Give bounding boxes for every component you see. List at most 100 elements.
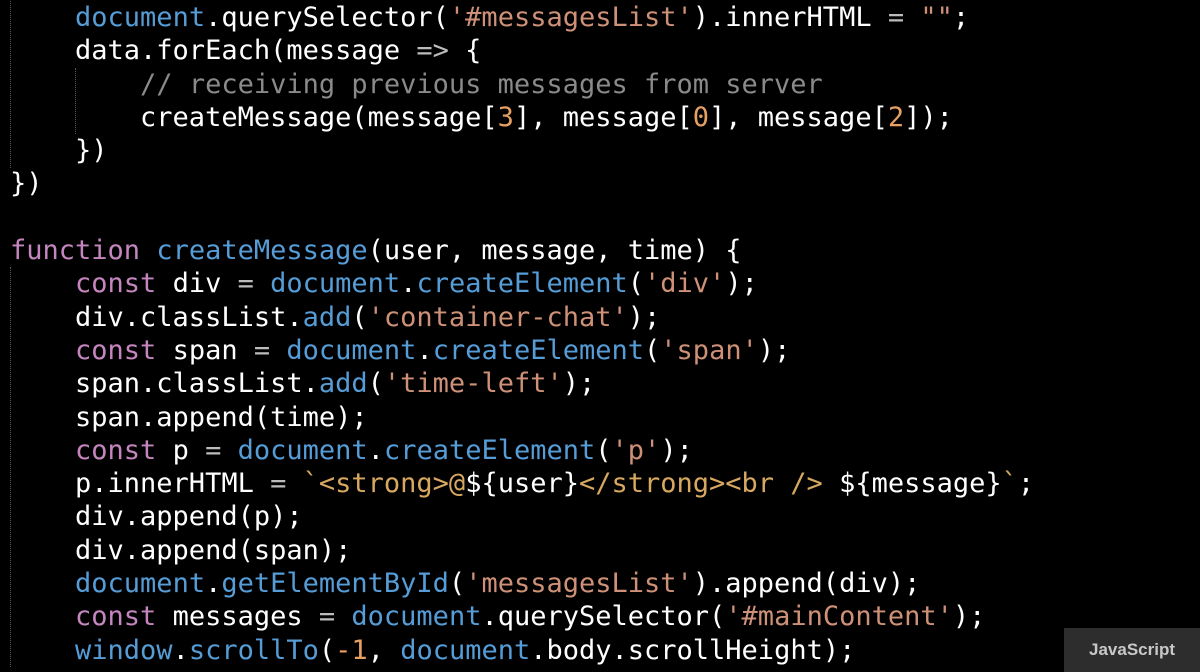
code-token: ).innerHTML (692, 2, 888, 33)
code-line[interactable] (10, 201, 1200, 234)
code-token-keyword: const (75, 268, 157, 300)
code-token-builtin: getElementById (221, 568, 449, 600)
code-line[interactable]: window.scrollTo(-1, document.body.scroll… (10, 634, 1200, 667)
code-token: . (172, 634, 189, 666)
code-token-number: 0 (692, 101, 710, 133)
code-line[interactable]: div.append(p); (10, 500, 1200, 533)
code-token: span (156, 334, 254, 366)
code-token: messages (156, 601, 319, 633)
code-token: ; (952, 2, 970, 33)
code-token: div (156, 268, 238, 300)
code-line[interactable]: data.forEach(message => { (10, 34, 1200, 67)
code-line[interactable]: createMessage(message[3], message[0], me… (10, 101, 1200, 134)
code-line[interactable]: document.getElementById('messagesList').… (10, 567, 1200, 600)
code-token-builtin: createElement (416, 268, 628, 300)
code-line[interactable]: const span = document.createElement('spa… (10, 334, 1200, 367)
code-token-string: 'time-left' (383, 368, 563, 400)
code-token: .querySelector( (205, 2, 449, 33)
code-line[interactable]: // receiving previous messages from serv… (10, 68, 1200, 101)
code-token: . (416, 334, 433, 366)
code-token-string: "" (920, 2, 953, 33)
code-line[interactable]: span.append(time); (10, 401, 1200, 434)
code-line[interactable]: span.classList.add('time-left'); (10, 367, 1200, 400)
code-token-builtin: document (237, 434, 368, 466)
code-token: p (156, 434, 206, 466)
code-line[interactable]: const p = document.createElement('p'); (10, 434, 1200, 467)
code-token: span.append(time); (10, 401, 368, 433)
code-token: .querySelector( (481, 601, 726, 633)
code-token-keyword: const (75, 334, 157, 366)
code-token: }) (10, 168, 43, 200)
code-token: ( (367, 368, 384, 400)
code-token: ).append(div); (692, 568, 921, 600)
code-token: , (367, 634, 401, 666)
code-token: { (448, 35, 482, 67)
code-area[interactable]: document.querySelector('#messagesList').… (10, 1, 1200, 667)
code-line[interactable]: div.classList.add('container-chat'); (10, 301, 1200, 334)
code-token-string: 'p' (611, 434, 661, 466)
code-token: ); (725, 268, 758, 300)
code-token: ${message} (822, 468, 1002, 500)
code-token-tagMarkup: </strong><br /> (578, 468, 823, 500)
code-token-string: 'span' (660, 334, 758, 366)
code-token: ( (644, 334, 661, 366)
code-token: ); (952, 601, 986, 633)
code-token: (user, message, time) { (367, 235, 742, 267)
code-token-tagMarkup: ` (1001, 468, 1018, 500)
code-token: ], message[ (513, 101, 693, 133)
code-token: ); (660, 434, 693, 466)
code-token: ); (627, 301, 661, 333)
code-line[interactable]: div.append(span); (10, 534, 1200, 567)
code-token: ], message[ (709, 101, 888, 133)
code-token-builtin: createElement (432, 334, 645, 366)
code-token-string: '#messagesList' (448, 2, 693, 33)
code-token-number: 2 (887, 101, 905, 133)
code-line[interactable]: const messages = document.querySelector(… (10, 600, 1200, 633)
code-token-tagMarkup: `<strong>@ (302, 468, 466, 500)
code-line[interactable]: }) (10, 167, 1200, 200)
language-badge: JavaScript (1064, 628, 1200, 672)
code-token: ]); (904, 101, 953, 133)
code-token-keyword: const (75, 434, 157, 466)
code-editor[interactable]: document.querySelector('#messagesList').… (0, 0, 1200, 672)
code-token: ( (627, 268, 645, 300)
code-line[interactable]: function createMessage(user, message, ti… (10, 234, 1200, 267)
code-token: .body.scrollHeight); (530, 634, 856, 666)
code-token: . (205, 568, 222, 600)
code-line[interactable]: const div = document.createElement('div'… (10, 267, 1200, 300)
code-token: ( (318, 634, 336, 666)
code-token-operator: = (887, 2, 905, 33)
code-token: ); (562, 368, 596, 400)
code-token-string: 'container-chat' (367, 301, 628, 333)
code-token: ${user} (465, 468, 579, 500)
code-line[interactable]: p.innerHTML = `<strong>@${user}</strong>… (10, 467, 1200, 500)
code-line[interactable]: document.querySelector('#messagesList').… (10, 1, 1200, 34)
code-token-builtin: add (302, 301, 352, 333)
code-token-builtin: document (286, 334, 417, 366)
code-token-string: 'div' (644, 268, 726, 300)
code-token-comment: // receiving previous messages from serv… (140, 68, 823, 100)
code-token-builtin: document (351, 601, 482, 633)
code-token-builtin: document (400, 634, 531, 666)
code-token-builtin: document (75, 2, 206, 33)
code-token: p.innerHTML (10, 468, 271, 500)
code-token-builtin: window (75, 634, 173, 666)
code-token-operator: = (237, 268, 254, 300)
code-line[interactable]: }) (10, 134, 1200, 167)
code-token-builtin: scrollTo (188, 634, 319, 666)
code-token-builtin: add (318, 368, 368, 400)
code-token: div.append(span); (10, 534, 352, 566)
code-token: . (400, 268, 417, 300)
code-token: span.classList. (10, 368, 319, 400)
code-token: . (367, 434, 384, 466)
code-token: }) (10, 135, 108, 167)
